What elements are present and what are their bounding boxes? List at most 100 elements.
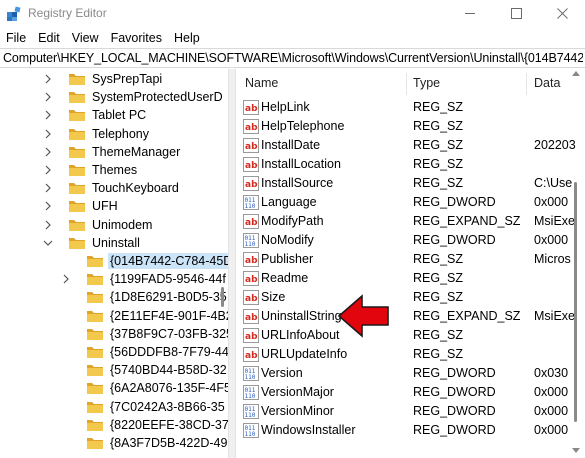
tree-item[interactable]: Telephony xyxy=(0,125,215,143)
tree-item[interactable]: {1D8E6291-B0D5-35 xyxy=(0,288,227,306)
chevron-right-icon[interactable] xyxy=(43,164,53,176)
pane-splitter[interactable] xyxy=(228,69,236,458)
tree-item[interactable]: {1199FAD5-9546-44f xyxy=(0,270,226,288)
values-scrollbar[interactable] xyxy=(569,69,583,458)
tree-item[interactable]: {014B7442-C784-45D xyxy=(0,252,228,270)
menu-edit[interactable]: Edit xyxy=(32,29,66,47)
scroll-up-icon[interactable] xyxy=(572,71,580,76)
tree-item[interactable]: {2E11EF4E-901F-4B2 xyxy=(0,307,228,325)
chevron-right-icon[interactable] xyxy=(43,200,53,212)
folder-icon xyxy=(68,108,86,122)
value-row[interactable]: ab ModifyPath REG_EXPAND_SZ MsiExe xyxy=(236,212,585,231)
value-row[interactable]: 011 110 WindowsInstaller REG_DWORD 0x000 xyxy=(236,421,585,440)
tree-item-label: {8A3F7D5B-422D-49 xyxy=(110,436,228,450)
tree-item[interactable]: TouchKeyboard xyxy=(0,179,215,197)
value-row[interactable]: 011 110 NoModify REG_DWORD 0x000 xyxy=(236,231,585,250)
tree-item[interactable]: SysPrepTapi xyxy=(0,70,215,88)
tree-item[interactable]: Unimodem xyxy=(0,216,215,234)
value-type: REG_DWORD xyxy=(413,423,496,437)
registry-editor-app-icon xyxy=(7,6,21,21)
tree-scroll-thumb[interactable] xyxy=(221,287,224,307)
folder-icon xyxy=(68,199,86,213)
value-row[interactable]: ab InstallSource REG_SZ C:\Use xyxy=(236,174,585,193)
tree-item[interactable]: ThemeManager xyxy=(0,143,215,161)
column-divider[interactable] xyxy=(406,73,407,95)
tree-item[interactable]: SystemProtectedUserD xyxy=(0,88,223,106)
value-row[interactable]: ab HelpLink REG_SZ xyxy=(236,98,585,117)
menu-file[interactable]: File xyxy=(0,29,32,47)
binary-value-icon: 011 110 xyxy=(243,366,259,381)
value-row[interactable]: ab HelpTelephone REG_SZ xyxy=(236,117,585,136)
tree-item[interactable]: {8A3F7D5B-422D-49 xyxy=(0,434,227,452)
menu-bar: File Edit View Favorites Help xyxy=(0,29,585,47)
menu-help[interactable]: Help xyxy=(168,29,206,47)
values-list-pane[interactable]: Name Type Data ab HelpLink REG_SZ ab HelpTel… xyxy=(236,69,585,458)
close-button[interactable] xyxy=(539,0,585,27)
value-row[interactable]: ab Size REG_SZ xyxy=(236,288,585,307)
scroll-down-icon[interactable] xyxy=(572,448,580,453)
tree-item[interactable]: {7C0242A3-8B66-35 xyxy=(0,398,225,416)
column-header-data[interactable]: Data xyxy=(534,69,560,97)
value-row[interactable]: ab InstallDate REG_SZ 202203 xyxy=(236,136,585,155)
chevron-right-icon[interactable] xyxy=(43,146,53,158)
value-row[interactable]: ab URLInfoAbout REG_SZ xyxy=(236,326,585,345)
chevron-right-icon[interactable] xyxy=(43,182,53,194)
string-value-icon: ab xyxy=(243,119,259,134)
chevron-right-icon[interactable] xyxy=(61,273,71,285)
value-type: REG_SZ xyxy=(413,119,464,133)
maximize-button[interactable] xyxy=(493,0,539,27)
menu-favorites[interactable]: Favorites xyxy=(105,29,168,47)
value-type: REG_SZ xyxy=(413,271,464,285)
minimize-button[interactable] xyxy=(447,0,493,27)
value-name: InstallSource xyxy=(261,176,334,190)
folder-icon xyxy=(68,72,86,86)
value-name: Publisher xyxy=(261,252,314,266)
tree-item[interactable]: {5740BD44-B58D-32 xyxy=(0,361,227,379)
column-divider[interactable] xyxy=(526,73,527,95)
tree-item-label: {8220EEFE-38CD-377 xyxy=(110,417,228,432)
address-bar[interactable]: Computer\HKEY_LOCAL_MACHINE\SOFTWARE\Mic… xyxy=(0,48,585,68)
chevron-right-icon[interactable] xyxy=(43,73,53,85)
value-row[interactable]: ab InstallLocation REG_SZ xyxy=(236,155,585,174)
value-row[interactable]: 011 110 Version REG_DWORD 0x030 xyxy=(236,364,585,383)
value-row[interactable]: 011 110 Language REG_DWORD 0x000 xyxy=(236,193,585,212)
string-value-icon: ab xyxy=(243,157,259,172)
chevron-right-icon[interactable] xyxy=(43,109,53,121)
values-scroll-thumb[interactable] xyxy=(574,182,577,422)
column-header-name[interactable]: Name xyxy=(245,69,278,97)
value-type: REG_DWORD xyxy=(413,366,496,380)
tree-item[interactable]: {8220EEFE-38CD-377 xyxy=(0,416,228,434)
chevron-right-icon[interactable] xyxy=(43,219,53,231)
folder-icon xyxy=(68,127,86,141)
value-row[interactable]: ab URLUpdateInfo REG_SZ xyxy=(236,345,585,364)
tree-item-label: {7C0242A3-8B66-35 xyxy=(110,399,225,414)
tree-item[interactable]: UFH xyxy=(0,197,215,215)
chevron-right-icon[interactable] xyxy=(43,91,53,103)
tree-item[interactable]: Tablet PC xyxy=(0,106,215,124)
value-name: URLInfoAbout xyxy=(261,328,340,342)
value-row[interactable]: 011 110 VersionMajor REG_DWORD 0x000 xyxy=(236,383,585,402)
svg-text:110: 110 xyxy=(245,374,256,381)
tree-item[interactable]: {37B8F9C7-03FB-325 xyxy=(0,325,228,343)
key-tree-pane[interactable]: SysPrepTapi SystemProtectedUserD Tablet PC… xyxy=(0,69,228,458)
value-type: REG_DWORD xyxy=(413,233,496,247)
tree-scrollbar[interactable] xyxy=(219,69,227,458)
value-row[interactable]: ab Readme REG_SZ xyxy=(236,269,585,288)
value-row[interactable]: 011 110 VersionMinor REG_DWORD 0x000 xyxy=(236,402,585,421)
tree-item[interactable]: Themes xyxy=(0,161,215,179)
folder-icon xyxy=(68,90,86,104)
chevron-right-icon[interactable] xyxy=(43,128,53,140)
value-row[interactable]: ab UninstallString REG_EXPAND_SZ MsiExe xyxy=(236,307,585,326)
tree-item-label: Uninstall xyxy=(92,235,140,250)
svg-text:110: 110 xyxy=(245,431,256,438)
tree-item[interactable]: Uninstall xyxy=(0,234,215,252)
value-row[interactable]: ab Publisher REG_SZ Micros xyxy=(236,250,585,269)
menu-view[interactable]: View xyxy=(66,29,105,47)
tree-item[interactable]: {6A2A8076-135F-4F5 xyxy=(0,379,228,397)
folder-icon xyxy=(86,309,104,323)
chevron-down-icon[interactable] xyxy=(43,237,53,249)
value-name: WindowsInstaller xyxy=(261,423,356,437)
tree-item[interactable]: {56DDDFB8-7F79-44 xyxy=(0,343,228,361)
folder-icon xyxy=(86,363,104,377)
column-header-type[interactable]: Type xyxy=(413,69,440,97)
